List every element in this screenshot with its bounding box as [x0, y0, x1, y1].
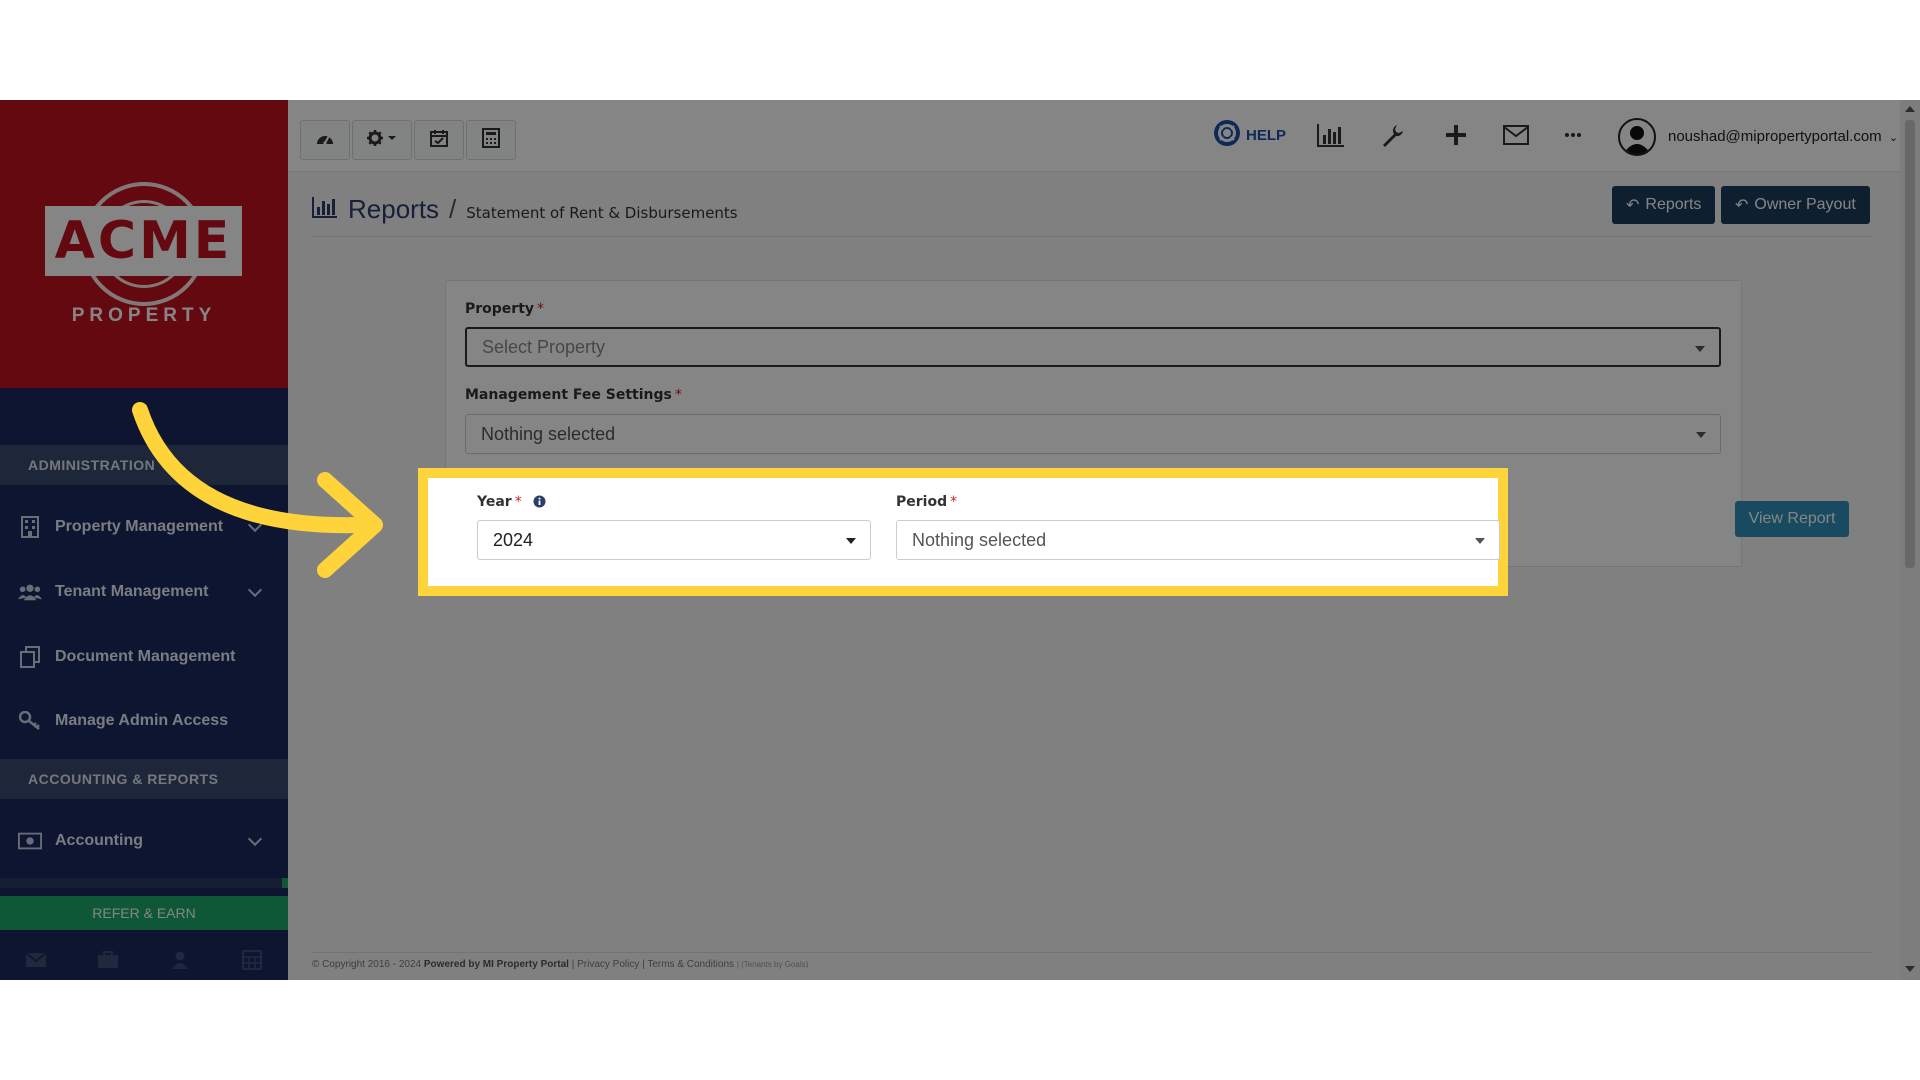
- caret-down-icon: [846, 538, 856, 544]
- app-frame: ACME PROPERTY ADMINISTRATION Property Ma…: [0, 100, 1920, 980]
- highlight-box: Year * 2024 Period * Nothing selected: [418, 468, 1508, 596]
- year-select-value: 2024: [493, 529, 534, 550]
- info-icon[interactable]: [533, 495, 546, 512]
- period-label: Period *: [896, 494, 958, 510]
- period-select[interactable]: Nothing selected: [896, 520, 1500, 560]
- caret-down-icon: [1475, 538, 1485, 544]
- year-select[interactable]: 2024: [477, 520, 871, 560]
- year-label: Year *: [477, 494, 546, 512]
- tutorial-arrow-icon: [132, 402, 383, 578]
- period-select-value: Nothing selected: [912, 529, 1047, 550]
